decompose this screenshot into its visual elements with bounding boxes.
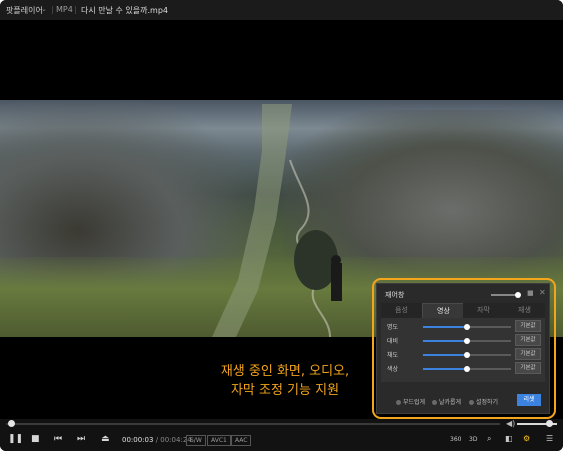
tab-playback[interactable]: 재생 (504, 303, 545, 318)
capture-icon[interactable]: ◧ (505, 434, 513, 443)
saturation-slider[interactable] (423, 352, 511, 358)
tab-video[interactable]: 영상 (422, 303, 465, 319)
decoder-badge[interactable]: S/W (186, 435, 206, 446)
player-window: 팟플레이어 ⌄ | MP4 | 다시 만날 수 있을까.mp4 재생 중인 화면… (0, 0, 563, 451)
slider-thumb[interactable] (464, 366, 470, 372)
stop-icon[interactable]: ■ (31, 434, 40, 444)
seek-bar[interactable]: ◀) (0, 419, 563, 429)
slider-thumb[interactable] (464, 324, 470, 330)
reset-button[interactable]: 리셋 (517, 394, 541, 406)
gear-icon[interactable]: ⚙ (523, 434, 530, 443)
contrast-default-button[interactable]: 기본값 (515, 334, 541, 346)
3d-icon[interactable]: 3D (469, 436, 477, 443)
audio-codec-badge[interactable]: AAC (231, 435, 252, 446)
video-adjust-body: 명도 기본값 대비 기본값 채도 기본값 색상 기본값 (381, 318, 545, 382)
hue-row: 색상 기본값 (381, 362, 545, 374)
saturation-label: 채도 (387, 352, 399, 359)
slider-thumb[interactable] (464, 338, 470, 344)
panel-footer: 부드럽게 날카롭게 설정하기 리셋 (377, 392, 549, 410)
brightness-row: 명도 기본값 (381, 320, 545, 332)
pin-icon[interactable]: ■ (527, 289, 534, 297)
close-icon[interactable]: ✕ (539, 288, 546, 297)
menu-icon[interactable]: ☰ (546, 434, 553, 443)
eject-icon[interactable]: ⏏ (101, 434, 110, 444)
seek-thumb[interactable] (7, 420, 15, 427)
control-panel: 재어창 ■ ✕ 음성 영상 자막 재생 명도 기본값 대비 기본값 채도 기본값… (376, 283, 550, 414)
title-bar: 팟플레이어 ⌄ | MP4 | 다시 만날 수 있을까.mp4 (0, 0, 563, 20)
seek-track[interactable] (6, 423, 500, 425)
vr360-icon[interactable]: 360 (450, 436, 461, 443)
volume-icon[interactable]: ◀) (506, 419, 515, 428)
saturation-row: 채도 기본값 (381, 348, 545, 360)
file-name: 다시 만날 수 있을까.mp4 (81, 6, 169, 15)
brightness-label: 명도 (387, 324, 399, 331)
contrast-slider[interactable] (423, 338, 511, 344)
time-separator: / (155, 436, 159, 444)
hue-slider[interactable] (423, 366, 511, 372)
contrast-row: 대비 기본값 (381, 334, 545, 346)
slider-thumb[interactable] (515, 292, 521, 298)
video-codec-badge[interactable]: AVC1 (207, 435, 231, 446)
file-format: MP4 (56, 5, 73, 14)
hue-label: 색상 (387, 366, 399, 373)
next-icon[interactable]: ⏭ (77, 434, 85, 444)
option-sharpen[interactable]: 날카롭게 (432, 397, 461, 406)
control-bar: ❚❚ ■ ⏮ ⏭ ⏏ 00:00:03 / 00:04:24 S/W AVC1 … (0, 429, 563, 451)
hue-default-button[interactable]: 기본값 (515, 362, 541, 374)
tab-audio[interactable]: 음성 (381, 303, 422, 318)
search-icon[interactable]: ⌕ (487, 434, 491, 444)
radio-icon (432, 400, 437, 405)
previous-icon[interactable]: ⏮ (54, 434, 62, 444)
separator: | (51, 5, 54, 14)
panel-tabs: 음성 영상 자막 재생 (381, 303, 545, 319)
current-time: 00:00:03 (122, 436, 154, 444)
slider-fill (423, 326, 467, 328)
panel-opacity-slider[interactable] (491, 292, 521, 298)
slider-fill (423, 340, 467, 342)
feature-caption: 재생 중인 화면, 오디오, 자막 조정 기능 지원 (200, 362, 370, 400)
contrast-label: 대비 (387, 338, 399, 345)
chevron-down-icon[interactable]: ⌄ (41, 5, 47, 13)
option-soften-label: 부드럽게 (403, 399, 426, 406)
app-menu[interactable]: 팟플레이어 (6, 5, 43, 16)
slider-fill (423, 368, 467, 370)
brightness-default-button[interactable]: 기본값 (515, 320, 541, 332)
option-settings-label: 설정하기 (476, 399, 499, 406)
option-settings[interactable]: 설정하기 (469, 397, 498, 406)
caption-line-2: 자막 조정 기능 지원 (230, 383, 340, 398)
separator: | (74, 5, 77, 14)
radio-icon (469, 400, 474, 405)
slider-fill (423, 354, 467, 356)
saturation-default-button[interactable]: 기본값 (515, 348, 541, 360)
slider-thumb[interactable] (464, 352, 470, 358)
tab-subtitle[interactable]: 자막 (463, 303, 504, 318)
volume-thumb[interactable] (546, 420, 553, 427)
pause-icon[interactable]: ❚❚ (8, 434, 23, 444)
radio-icon (396, 400, 401, 405)
option-sharpen-label: 날카롭게 (439, 399, 462, 406)
brightness-slider[interactable] (423, 324, 511, 330)
panel-title: 재어창 (385, 291, 405, 299)
option-soften[interactable]: 부드럽게 (396, 397, 425, 406)
time-display: 00:00:03 / 00:04:24 (122, 436, 192, 444)
caption-line-1: 재생 중인 화면, 오디오, (220, 364, 350, 379)
